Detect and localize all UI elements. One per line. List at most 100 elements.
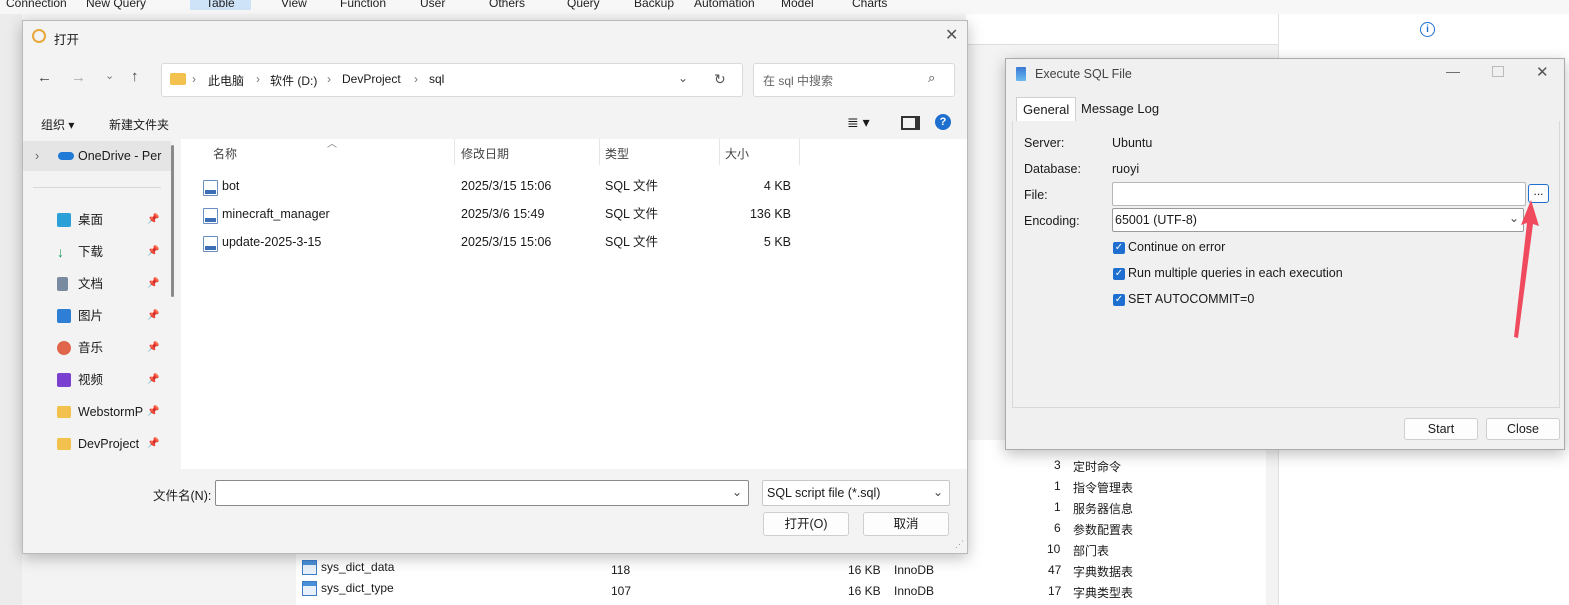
- pin-icon[interactable]: 📌: [147, 205, 159, 235]
- table-row[interactable]: sys_dict_type: [302, 581, 394, 602]
- up-arrow-icon[interactable]: ↑: [131, 68, 139, 85]
- pin-icon[interactable]: 📌: [147, 429, 159, 459]
- nav-item-desktop[interactable]: 桌面 📌: [23, 205, 171, 235]
- info-icon[interactable]: i: [1420, 22, 1435, 37]
- file-row[interactable]: update-2025-3-15 2025/3/15 15:06 SQL 文件 …: [181, 228, 967, 256]
- chevron-right-icon[interactable]: ›: [35, 141, 39, 171]
- menu-user[interactable]: User: [420, 0, 445, 10]
- menu-function[interactable]: Function: [340, 0, 386, 10]
- checkbox-autocommit[interactable]: ✓: [1113, 294, 1125, 306]
- menu-automation[interactable]: Automation: [694, 0, 755, 10]
- column-header-name[interactable]: 名称: [213, 145, 237, 162]
- table-count-value: 3: [1054, 458, 1061, 472]
- chevron-down-icon[interactable]: ⌄: [732, 485, 742, 499]
- file-path-input[interactable]: [1112, 182, 1526, 206]
- nav-item-downloads[interactable]: ↓ 下载 📌: [23, 237, 171, 267]
- open-button[interactable]: 打开(O): [763, 512, 849, 536]
- pin-icon[interactable]: 📌: [147, 301, 159, 331]
- forward-arrow-icon[interactable]: →: [71, 69, 86, 86]
- pin-icon[interactable]: 📌: [147, 269, 159, 299]
- nav-item-devproject[interactable]: DevProject 📌: [23, 429, 171, 459]
- table-count-value: 17: [1048, 584, 1062, 598]
- close-icon[interactable]: ✕: [945, 25, 958, 45]
- menu-model[interactable]: Model: [781, 0, 814, 10]
- nav-item-videos[interactable]: 视频 📌: [23, 365, 171, 395]
- encoding-select[interactable]: 65001 (UTF-8) ⌄: [1112, 208, 1524, 232]
- object-toolbar: [966, 14, 1278, 45]
- checkbox-continue-on-error[interactable]: ✓: [1113, 242, 1125, 254]
- breadcrumb-item[interactable]: 此电脑: [208, 72, 244, 89]
- sql-file-icon: [203, 236, 218, 252]
- minimize-icon[interactable]: —: [1446, 63, 1460, 79]
- column-header-size[interactable]: 大小: [725, 145, 749, 162]
- breadcrumb-item[interactable]: sql: [429, 72, 444, 86]
- column-separator[interactable]: [454, 139, 455, 165]
- checkbox-multiple-queries[interactable]: ✓: [1113, 268, 1125, 280]
- nav-item-webstorm[interactable]: WebstormP 📌: [23, 397, 171, 427]
- organize-button[interactable]: 组织 ▾: [41, 116, 74, 133]
- resize-grip-icon[interactable]: ⋰: [955, 539, 964, 550]
- encoding-label: Encoding:: [1024, 214, 1080, 228]
- menu-others[interactable]: Others: [489, 0, 525, 10]
- pin-icon[interactable]: 📌: [147, 333, 159, 363]
- search-box[interactable]: 在 sql 中搜索 ⌕: [753, 63, 955, 97]
- file-type-filter[interactable]: SQL script file (*.sql) ⌄: [762, 480, 950, 506]
- start-button[interactable]: Start: [1404, 418, 1478, 440]
- column-header-date[interactable]: 修改日期: [461, 145, 509, 162]
- refresh-icon[interactable]: ↻: [714, 71, 726, 88]
- preview-pane-icon[interactable]: [901, 116, 920, 130]
- table-comment-value: 字典类型表: [1073, 586, 1134, 600]
- close-icon[interactable]: ✕: [1536, 63, 1549, 81]
- close-button[interactable]: Close: [1486, 418, 1560, 440]
- column-separator[interactable]: [719, 139, 720, 165]
- file-date: 2025/3/15 15:06: [461, 235, 552, 249]
- new-folder-button[interactable]: 新建文件夹: [109, 116, 169, 133]
- file-name: update-2025-3-15: [222, 235, 322, 249]
- chevron-down-icon[interactable]: ⌄: [678, 71, 688, 85]
- pin-icon[interactable]: 📌: [147, 237, 159, 267]
- nav-item-music[interactable]: 音乐 📌: [23, 333, 171, 363]
- chevron-down-icon[interactable]: ⌄: [933, 485, 943, 499]
- menu-charts[interactable]: Charts: [852, 0, 887, 10]
- pin-icon[interactable]: 📌: [147, 365, 159, 395]
- file-date: 2025/3/15 15:06: [461, 179, 552, 193]
- table-row[interactable]: sys_dict_data: [302, 560, 394, 581]
- nav-item-documents[interactable]: 文档 📌: [23, 269, 171, 299]
- nav-item-onedrive[interactable]: › OneDrive - Per: [23, 141, 171, 171]
- nav-scrollbar[interactable]: [171, 145, 174, 297]
- maximize-icon[interactable]: [1492, 66, 1504, 77]
- breadcrumb-item[interactable]: DevProject: [342, 72, 401, 86]
- search-icon[interactable]: ⌕: [928, 70, 935, 86]
- tab-general[interactable]: General: [1016, 97, 1077, 122]
- sql-file-icon: [203, 208, 218, 224]
- view-options-icon[interactable]: ≣ ▾: [847, 114, 870, 131]
- tab-bar: General Message Log: [1012, 97, 1558, 122]
- menu-view[interactable]: View: [281, 0, 307, 10]
- filename-input[interactable]: ⌄: [215, 480, 749, 506]
- tab-message-log[interactable]: Message Log: [1075, 97, 1165, 120]
- filter-value: SQL script file (*.sql): [767, 486, 881, 500]
- file-type: SQL 文件: [605, 207, 659, 221]
- column-separator[interactable]: [599, 139, 600, 165]
- file-row[interactable]: minecraft_manager 2025/3/6 15:49 SQL 文件 …: [181, 200, 967, 228]
- menu-query[interactable]: Query: [567, 0, 600, 10]
- nav-item-pictures[interactable]: 图片 📌: [23, 301, 171, 331]
- file-row[interactable]: bot 2025/3/15 15:06 SQL 文件 4 KB: [181, 172, 967, 200]
- download-icon: ↓: [57, 244, 64, 260]
- breadcrumb-item[interactable]: 软件 (D:): [270, 72, 317, 89]
- table-comment-value: 服务器信息: [1073, 502, 1134, 516]
- column-separator[interactable]: [799, 139, 800, 165]
- search-input[interactable]: 在 sql 中搜索: [763, 72, 833, 89]
- table-engine-value: InnoDB: [894, 584, 935, 598]
- menu-connection[interactable]: Connection: [6, 0, 67, 10]
- help-icon[interactable]: ?: [935, 114, 951, 130]
- back-arrow-icon[interactable]: ←: [37, 69, 52, 86]
- menu-table[interactable]: Table: [190, 0, 251, 10]
- cancel-button[interactable]: 取消: [863, 512, 949, 536]
- address-bar[interactable]: › 此电脑 › 软件 (D:) › DevProject › sql ⌄ ↻: [161, 63, 743, 97]
- pin-icon[interactable]: 📌: [147, 397, 159, 427]
- menu-new-query[interactable]: New Query: [86, 0, 146, 10]
- recent-dropdown-icon[interactable]: ⌄: [105, 69, 114, 82]
- column-header-type[interactable]: 类型: [605, 145, 629, 162]
- menu-backup[interactable]: Backup: [634, 0, 674, 10]
